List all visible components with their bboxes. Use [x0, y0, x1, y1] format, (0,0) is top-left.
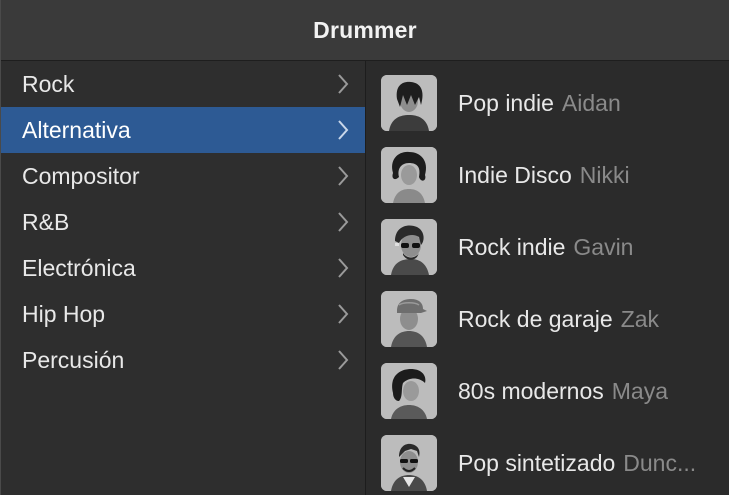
drummer-name: Maya — [611, 377, 668, 404]
drummer-item-duncan[interactable]: Pop sintetizado Dunc... — [366, 427, 729, 495]
drummer-name: Dunc... — [623, 449, 697, 476]
genre-item-percusion[interactable]: Percusión — [1, 337, 365, 383]
drummer-nikki-avatar-icon — [381, 147, 437, 203]
drummer-aidan-avatar-icon — [381, 75, 437, 131]
chevron-right-icon — [335, 71, 351, 97]
drummer-style: 80s modernos — [458, 377, 604, 404]
genre-item-rnb[interactable]: R&B — [1, 199, 365, 245]
drummer-style: Pop sintetizado — [458, 449, 616, 476]
chevron-right-icon — [335, 163, 351, 189]
drummer-name: Gavin — [573, 233, 634, 260]
drummer-style: Rock de garaje — [458, 305, 613, 332]
genre-item-electronica[interactable]: Electrónica — [1, 245, 365, 291]
drummer-maya-avatar-icon — [381, 363, 437, 419]
drummer-item-zak[interactable]: Rock de garaje Zak — [366, 283, 729, 355]
chevron-right-icon — [335, 117, 351, 143]
drummer-name: Aidan — [561, 89, 621, 116]
genre-item-compositor[interactable]: Compositor — [1, 153, 365, 199]
chevron-right-icon — [335, 301, 351, 327]
drummer-style: Pop indie — [458, 89, 554, 116]
chevron-right-icon — [335, 255, 351, 281]
drummer-style: Indie Disco — [458, 161, 572, 188]
drummer-item-maya[interactable]: 80s modernos Maya — [366, 355, 729, 427]
genre-label: Electrónica — [22, 254, 136, 281]
drummer-name: Zak — [620, 305, 660, 332]
drummer-duncan-avatar-icon — [381, 435, 437, 491]
window-title: Drummer — [1, 0, 729, 61]
genre-label: R&B — [22, 208, 70, 235]
drummer-gavin-avatar-icon — [381, 219, 437, 275]
drummer-item-nikki[interactable]: Indie Disco Nikki — [366, 139, 729, 211]
drummer-browser: Rock Alternativa Compositor R&B Electrón… — [1, 61, 729, 495]
genre-label: Rock — [22, 70, 75, 97]
drummer-item-gavin[interactable]: Rock indie Gavin — [366, 211, 729, 283]
drummer-window: Drummer Rock Alternativa Compositor R&B … — [0, 0, 729, 495]
genre-label: Compositor — [22, 162, 140, 189]
genre-label: Hip Hop — [22, 300, 106, 327]
genre-item-rock[interactable]: Rock — [1, 61, 365, 107]
chevron-right-icon — [335, 347, 351, 373]
drummer-zak-avatar-icon — [381, 291, 437, 347]
drummer-list: Pop indie Aidan Indie Disco Nikki Rock i… — [366, 61, 729, 495]
drummer-style: Rock indie — [458, 233, 566, 260]
genre-item-hip-hop[interactable]: Hip Hop — [1, 291, 365, 337]
genre-label: Percusión — [22, 346, 125, 373]
chevron-right-icon — [335, 209, 351, 235]
genre-item-alternativa[interactable]: Alternativa — [1, 107, 365, 153]
genre-label: Alternativa — [22, 116, 131, 143]
genre-list: Rock Alternativa Compositor R&B Electrón… — [1, 61, 366, 495]
drummer-item-aidan[interactable]: Pop indie Aidan — [366, 67, 729, 139]
drummer-name: Nikki — [579, 161, 630, 188]
